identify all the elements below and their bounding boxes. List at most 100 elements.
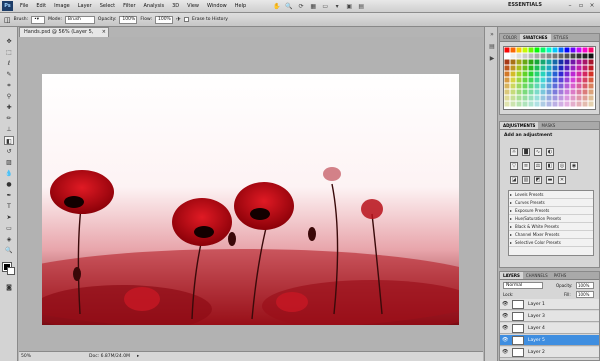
swatch[interactable]	[516, 71, 522, 77]
menu-layer[interactable]: Layer	[74, 3, 96, 9]
swatch[interactable]	[504, 101, 510, 107]
brush-preset-picker[interactable]: •▾	[31, 15, 46, 24]
image-canvas[interactable]	[42, 74, 459, 325]
swatch[interactable]	[504, 47, 510, 53]
swatch[interactable]	[528, 71, 534, 77]
tab-color[interactable]: COLOR	[500, 34, 520, 41]
eraser-tool-icon[interactable]: ◧	[4, 136, 14, 145]
swatch[interactable]	[582, 59, 588, 65]
swatch[interactable]	[522, 47, 528, 53]
swatch[interactable]	[528, 95, 534, 101]
swatch[interactable]	[510, 89, 516, 95]
swatch[interactable]	[516, 59, 522, 65]
swatch[interactable]	[528, 77, 534, 83]
swatch[interactable]	[582, 71, 588, 77]
swatch[interactable]	[516, 89, 522, 95]
swatch[interactable]	[582, 83, 588, 89]
swatch[interactable]	[582, 65, 588, 71]
swatch[interactable]	[504, 53, 510, 59]
swatch[interactable]	[540, 83, 546, 89]
swatch[interactable]	[546, 89, 552, 95]
menu-select[interactable]: Select	[96, 3, 119, 9]
swatch[interactable]	[576, 89, 582, 95]
swatch[interactable]	[540, 59, 546, 65]
zoom-tool-icon[interactable]: 🔍	[4, 246, 14, 255]
swatch[interactable]	[582, 101, 588, 107]
swatch[interactable]	[558, 59, 564, 65]
zoom-level[interactable]: 50%	[21, 352, 31, 361]
gradient-map-icon[interactable]: ▬	[546, 176, 554, 184]
swatch[interactable]	[522, 89, 528, 95]
swatch[interactable]	[564, 59, 570, 65]
swatch[interactable]	[504, 89, 510, 95]
swatch[interactable]	[558, 53, 564, 59]
fill-field[interactable]: 100%	[576, 291, 594, 298]
swatch[interactable]	[564, 47, 570, 53]
swatch[interactable]	[558, 65, 564, 71]
crop-tool-icon[interactable]: ⌗	[4, 81, 14, 90]
swatch[interactable]	[564, 77, 570, 83]
swatch[interactable]	[558, 101, 564, 107]
swatch[interactable]	[510, 83, 516, 89]
menu-image[interactable]: Image	[50, 3, 74, 9]
swatch[interactable]	[528, 83, 534, 89]
preset-item[interactable]: Selective Color Presets	[509, 239, 593, 247]
3d-tool-icon[interactable]: ◈	[4, 235, 14, 244]
menu-edit[interactable]: Edit	[32, 3, 50, 9]
ruler-icon[interactable]: ▭	[320, 2, 330, 11]
swatch[interactable]	[588, 71, 594, 77]
visibility-eye-icon[interactable]: 👁	[502, 323, 508, 334]
actions-panel-icon[interactable]: ▶	[488, 55, 496, 63]
document-tab[interactable]: Hands.psd @ 56% (Layer 5, RGB/8) ×	[19, 27, 109, 44]
swatch[interactable]	[516, 83, 522, 89]
swatch[interactable]	[570, 71, 576, 77]
status-menu-icon[interactable]: ▸	[137, 352, 139, 361]
swatch[interactable]	[510, 47, 516, 53]
swatch[interactable]	[576, 77, 582, 83]
swatch[interactable]	[576, 95, 582, 101]
tab-styles[interactable]: STYLES	[551, 34, 572, 41]
mode-select[interactable]: Brush	[64, 15, 95, 24]
swatch[interactable]	[570, 59, 576, 65]
gradient-tool-icon[interactable]: ▨	[4, 158, 14, 167]
swatch[interactable]	[534, 59, 540, 65]
color-balance-icon[interactable]: ⚖	[534, 162, 542, 170]
marquee-tool-icon[interactable]: ⬚	[4, 48, 14, 57]
history-panel-icon[interactable]: ▤	[488, 43, 496, 51]
layer-row[interactable]: 👁 Layer 3	[500, 311, 599, 322]
swatch[interactable]	[522, 65, 528, 71]
swatch[interactable]	[588, 95, 594, 101]
swatch[interactable]	[528, 101, 534, 107]
menu-filter[interactable]: Filter	[119, 3, 139, 9]
swatch[interactable]	[516, 77, 522, 83]
swatch[interactable]	[564, 89, 570, 95]
swatch[interactable]	[564, 53, 570, 59]
swatch[interactable]	[510, 95, 516, 101]
swatch[interactable]	[546, 65, 552, 71]
swatch[interactable]	[522, 95, 528, 101]
swatch[interactable]	[552, 95, 558, 101]
flow-field[interactable]: 100%	[154, 15, 173, 24]
close-document-icon[interactable]: ×	[102, 28, 106, 37]
invert-icon[interactable]: ◪	[510, 176, 518, 184]
swatch[interactable]	[570, 47, 576, 53]
swatch[interactable]	[510, 71, 516, 77]
photo-filter-icon[interactable]: ◎	[558, 162, 566, 170]
layer-row[interactable]: 👁 Layer 2	[500, 347, 599, 358]
swatch[interactable]	[564, 95, 570, 101]
channel-mixer-icon[interactable]: ◉	[570, 162, 578, 170]
swatch[interactable]	[522, 83, 528, 89]
move-tool-icon[interactable]: ✥	[4, 37, 14, 46]
swatch[interactable]	[516, 101, 522, 107]
swatch[interactable]	[534, 71, 540, 77]
grid-icon[interactable]: ▦	[308, 2, 318, 11]
swatch[interactable]	[540, 47, 546, 53]
hue-saturation-icon[interactable]: ≡	[522, 162, 530, 170]
brightness-icon[interactable]: ☼	[510, 148, 518, 156]
workspace-switcher[interactable]: ESSENTIALS	[508, 2, 542, 8]
swatch[interactable]	[558, 95, 564, 101]
preset-item[interactable]: Hue/Saturation Presets	[509, 215, 593, 223]
swatch[interactable]	[516, 53, 522, 59]
hand-icon[interactable]: ✋	[272, 2, 282, 11]
swatch[interactable]	[528, 89, 534, 95]
